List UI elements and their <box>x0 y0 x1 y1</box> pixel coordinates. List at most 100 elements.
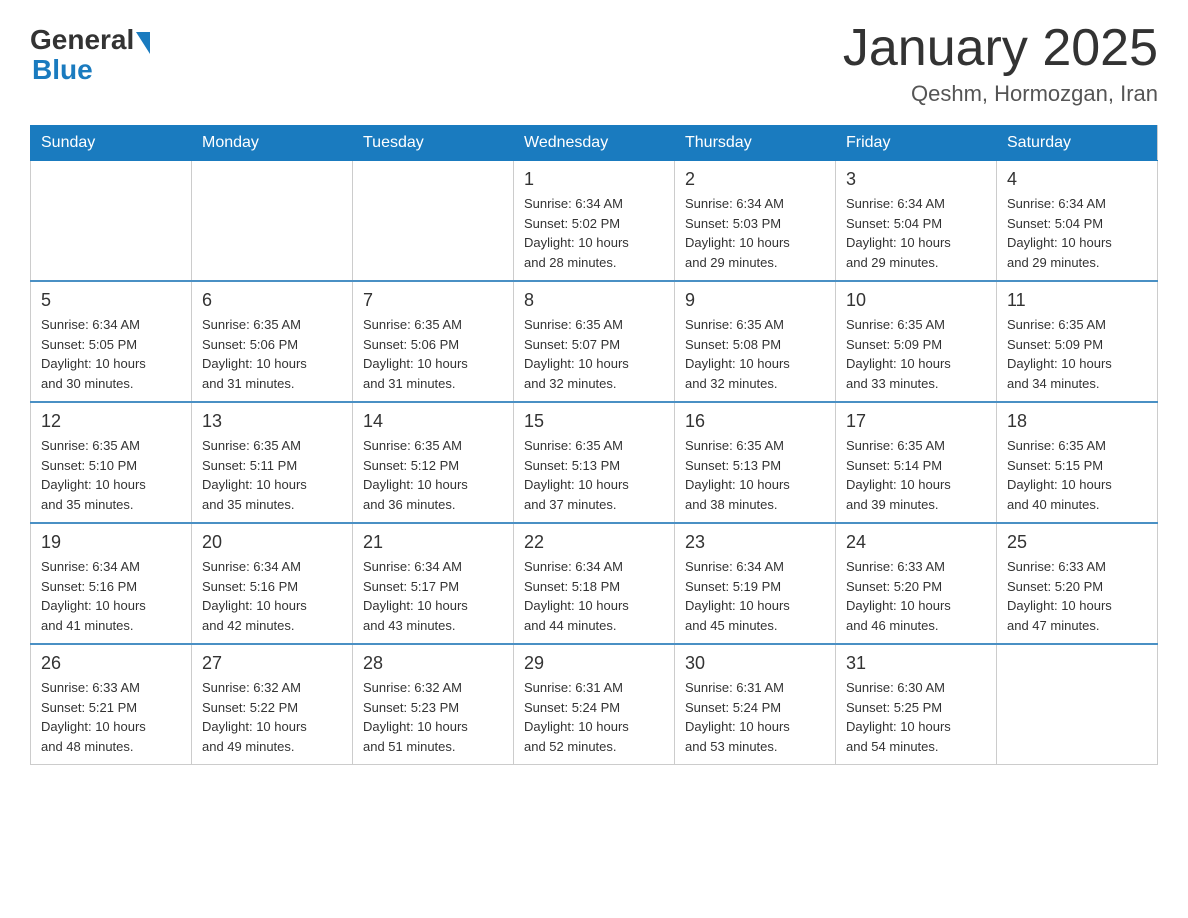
day-info: Sunrise: 6:30 AMSunset: 5:25 PMDaylight:… <box>846 678 986 756</box>
day-number: 5 <box>41 290 181 311</box>
day-info: Sunrise: 6:31 AMSunset: 5:24 PMDaylight:… <box>524 678 664 756</box>
day-info: Sunrise: 6:34 AMSunset: 5:16 PMDaylight:… <box>41 557 181 635</box>
day-info: Sunrise: 6:35 AMSunset: 5:13 PMDaylight:… <box>685 436 825 514</box>
calendar-day-cell <box>997 644 1158 765</box>
calendar-week-row: 1 Sunrise: 6:34 AMSunset: 5:02 PMDaylight… <box>31 161 1158 282</box>
day-number: 9 <box>685 290 825 311</box>
calendar-day-cell: 20Sunrise: 6:34 AMSunset: 5:16 PMDayligh… <box>192 523 353 644</box>
calendar-day-cell: 27 Sunrise: 6:32 AMSunset: 5:22 PMDayligh… <box>192 644 353 765</box>
day-info: Sunrise: 6:35 AMSunset: 5:14 PMDaylight:… <box>846 436 986 514</box>
day-info: Sunrise: 6:35 AMSunset: 5:09 PMDaylight:… <box>846 315 986 393</box>
logo-general-text: General <box>30 26 134 54</box>
logo-blue-text: Blue <box>32 54 93 85</box>
day-number: 15 <box>524 411 664 432</box>
day-number: 27 <box>202 653 342 674</box>
day-number: 14 <box>363 411 503 432</box>
calendar-day-cell: 26Sunrise: 6:33 AMSunset: 5:21 PMDayligh… <box>31 644 192 765</box>
day-number: 3 <box>846 169 986 190</box>
calendar-day-cell: 10 Sunrise: 6:35 AMSunset: 5:09 PMDayligh… <box>836 281 997 402</box>
calendar-week-row: 19 Sunrise: 6:34 AMSunset: 5:16 PMDayligh… <box>31 523 1158 644</box>
day-info: Sunrise: 6:34 AMSunset: 5:16 PMDaylight:… <box>202 557 342 635</box>
logo-triangle-icon <box>136 32 150 54</box>
day-number: 4 <box>1007 169 1147 190</box>
day-number: 26 <box>41 653 181 674</box>
day-number: 12 <box>41 411 181 432</box>
calendar-table: SundayMondayTuesdayWednesdayThursdayFrid… <box>30 125 1158 765</box>
calendar-day-cell: 31 Sunrise: 6:30 AMSunset: 5:25 PMDayligh… <box>836 644 997 765</box>
day-of-week-header: Tuesday <box>353 126 514 161</box>
day-number: 31 <box>846 653 986 674</box>
calendar-day-cell: 3 Sunrise: 6:34 AMSunset: 5:04 PMDaylight… <box>836 161 997 282</box>
day-of-week-header: Sunday <box>31 126 192 161</box>
day-number: 18 <box>1007 411 1147 432</box>
day-number: 19 <box>41 532 181 553</box>
calendar-day-cell: 4 Sunrise: 6:34 AMSunset: 5:04 PMDaylight… <box>997 161 1158 282</box>
days-of-week-row: SundayMondayTuesdayWednesdayThursdayFrid… <box>31 126 1158 161</box>
calendar-day-cell: 30 Sunrise: 6:31 AMSunset: 5:24 PMDayligh… <box>675 644 836 765</box>
calendar-day-cell <box>31 161 192 282</box>
day-info: Sunrise: 6:35 AMSunset: 5:09 PMDaylight:… <box>1007 315 1147 393</box>
calendar-day-cell: 18 Sunrise: 6:35 AMSunset: 5:15 PMDayligh… <box>997 402 1158 523</box>
day-info: Sunrise: 6:34 AMSunset: 5:04 PMDaylight:… <box>1007 194 1147 272</box>
day-number: 23 <box>685 532 825 553</box>
day-info: Sunrise: 6:31 AMSunset: 5:24 PMDaylight:… <box>685 678 825 756</box>
day-number: 13 <box>202 411 342 432</box>
calendar-day-cell: 29Sunrise: 6:31 AMSunset: 5:24 PMDayligh… <box>514 644 675 765</box>
day-info: Sunrise: 6:35 AMSunset: 5:11 PMDaylight:… <box>202 436 342 514</box>
day-number: 10 <box>846 290 986 311</box>
day-info: Sunrise: 6:34 AMSunset: 5:05 PMDaylight:… <box>41 315 181 393</box>
day-info: Sunrise: 6:34 AMSunset: 5:04 PMDaylight:… <box>846 194 986 272</box>
day-info: Sunrise: 6:33 AMSunset: 5:20 PMDaylight:… <box>846 557 986 635</box>
day-number: 28 <box>363 653 503 674</box>
day-number: 6 <box>202 290 342 311</box>
calendar-day-cell: 7Sunrise: 6:35 AMSunset: 5:06 PMDaylight… <box>353 281 514 402</box>
month-year-title: January 2025 <box>843 20 1158 77</box>
day-info: Sunrise: 6:34 AMSunset: 5:19 PMDaylight:… <box>685 557 825 635</box>
calendar-day-cell <box>192 161 353 282</box>
day-number: 30 <box>685 653 825 674</box>
day-number: 7 <box>363 290 503 311</box>
calendar-day-cell: 21 Sunrise: 6:34 AMSunset: 5:17 PMDayligh… <box>353 523 514 644</box>
calendar-day-cell: 25Sunrise: 6:33 AMSunset: 5:20 PMDayligh… <box>997 523 1158 644</box>
calendar-day-cell: 22Sunrise: 6:34 AMSunset: 5:18 PMDayligh… <box>514 523 675 644</box>
day-of-week-header: Monday <box>192 126 353 161</box>
calendar-day-cell: 19 Sunrise: 6:34 AMSunset: 5:16 PMDayligh… <box>31 523 192 644</box>
day-of-week-header: Saturday <box>997 126 1158 161</box>
day-info: Sunrise: 6:34 AMSunset: 5:02 PMDaylight:… <box>524 194 664 272</box>
calendar-day-cell: 8Sunrise: 6:35 AMSunset: 5:07 PMDaylight… <box>514 281 675 402</box>
calendar-day-cell <box>353 161 514 282</box>
calendar-day-cell: 28 Sunrise: 6:32 AMSunset: 5:23 PMDayligh… <box>353 644 514 765</box>
day-number: 21 <box>363 532 503 553</box>
day-info: Sunrise: 6:35 AMSunset: 5:10 PMDaylight:… <box>41 436 181 514</box>
calendar-day-cell: 12 Sunrise: 6:35 AMSunset: 5:10 PMDayligh… <box>31 402 192 523</box>
day-of-week-header: Thursday <box>675 126 836 161</box>
day-info: Sunrise: 6:35 AMSunset: 5:12 PMDaylight:… <box>363 436 503 514</box>
day-number: 11 <box>1007 290 1147 311</box>
day-info: Sunrise: 6:34 AMSunset: 5:17 PMDaylight:… <box>363 557 503 635</box>
day-number: 2 <box>685 169 825 190</box>
logo: General Blue <box>30 20 150 84</box>
calendar-day-cell: 14 Sunrise: 6:35 AMSunset: 5:12 PMDayligh… <box>353 402 514 523</box>
day-info: Sunrise: 6:33 AMSunset: 5:20 PMDaylight:… <box>1007 557 1147 635</box>
calendar-day-cell: 2 Sunrise: 6:34 AMSunset: 5:03 PMDaylight… <box>675 161 836 282</box>
day-info: Sunrise: 6:35 AMSunset: 5:08 PMDaylight:… <box>685 315 825 393</box>
calendar-day-cell: 17 Sunrise: 6:35 AMSunset: 5:14 PMDayligh… <box>836 402 997 523</box>
day-of-week-header: Friday <box>836 126 997 161</box>
day-info: Sunrise: 6:35 AMSunset: 5:13 PMDaylight:… <box>524 436 664 514</box>
calendar-week-row: 26Sunrise: 6:33 AMSunset: 5:21 PMDayligh… <box>31 644 1158 765</box>
calendar-day-cell: 24 Sunrise: 6:33 AMSunset: 5:20 PMDayligh… <box>836 523 997 644</box>
calendar-day-cell: 23 Sunrise: 6:34 AMSunset: 5:19 PMDayligh… <box>675 523 836 644</box>
day-number: 24 <box>846 532 986 553</box>
calendar-day-cell: 16Sunrise: 6:35 AMSunset: 5:13 PMDayligh… <box>675 402 836 523</box>
calendar-day-cell: 13 Sunrise: 6:35 AMSunset: 5:11 PMDayligh… <box>192 402 353 523</box>
day-info: Sunrise: 6:32 AMSunset: 5:22 PMDaylight:… <box>202 678 342 756</box>
calendar-day-cell: 1 Sunrise: 6:34 AMSunset: 5:02 PMDaylight… <box>514 161 675 282</box>
day-info: Sunrise: 6:32 AMSunset: 5:23 PMDaylight:… <box>363 678 503 756</box>
calendar-day-cell: 9 Sunrise: 6:35 AMSunset: 5:08 PMDaylight… <box>675 281 836 402</box>
day-number: 1 <box>524 169 664 190</box>
day-info: Sunrise: 6:34 AMSunset: 5:03 PMDaylight:… <box>685 194 825 272</box>
day-number: 17 <box>846 411 986 432</box>
day-info: Sunrise: 6:35 AMSunset: 5:15 PMDaylight:… <box>1007 436 1147 514</box>
calendar-day-cell: 5 Sunrise: 6:34 AMSunset: 5:05 PMDaylight… <box>31 281 192 402</box>
calendar-day-cell: 6Sunrise: 6:35 AMSunset: 5:06 PMDaylight… <box>192 281 353 402</box>
